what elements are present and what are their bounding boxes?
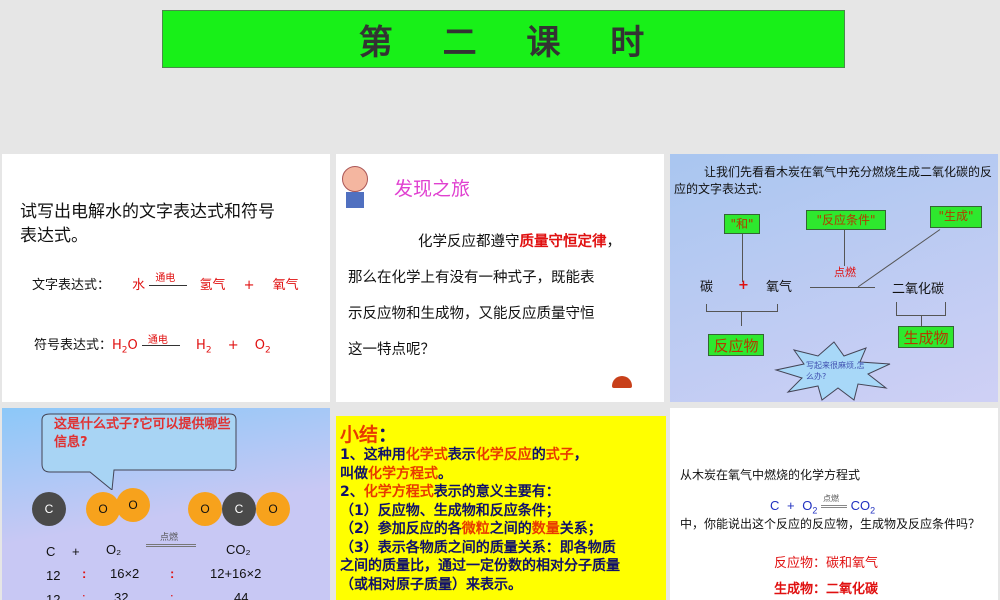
summary-title: 小结：: [340, 424, 398, 446]
summary-text: 式子: [545, 447, 574, 463]
label: 文字表达式：: [32, 278, 111, 293]
condition: 通电: [155, 273, 176, 284]
answer-products: 生成物：二氧化碳: [774, 582, 879, 597]
heading: 发现之旅: [394, 178, 471, 200]
oxygen-atom: O: [256, 492, 290, 526]
summary-text: 化学方程式: [368, 465, 438, 482]
summary-text: 化学方程式: [363, 484, 434, 500]
summary-text: （1）反应物、生成物和反应条件；: [340, 502, 560, 519]
summary-line: （2）参加反应的各微粒之间的数量关系；: [340, 520, 666, 539]
summary-line: （3）表示各物质之间的质量关系：即各物质: [340, 539, 666, 558]
heading: 试写出电解水的文字表达式和符号表达式。: [20, 202, 275, 246]
summary-text: 1、这种用: [340, 447, 406, 463]
summary-text: 表示的意义主要有：: [433, 484, 560, 500]
summary-text: 叫做: [340, 465, 368, 482]
summary-line: （或相对原子质量）来表示。: [340, 576, 666, 595]
symbol-equation: 符号表达式：H2O 通电 H2 + O2: [34, 335, 271, 356]
summary-line: 之间的质量比，通过一定份数的相对分子质量: [340, 557, 666, 576]
summary-text: 。: [438, 465, 452, 482]
panel-questions[interactable]: 从木炭在氧气中燃烧的化学方程式 C + O2 点燃 CO2 中，你能说出这个反应…: [670, 408, 998, 600]
slide-title: 第 二 课 时: [162, 10, 845, 68]
question-line1: 从木炭在氧气中燃烧的化学方程式: [680, 468, 861, 482]
summary-line: （1）反应物、生成物和反应条件；: [340, 502, 666, 521]
summary-text: 化学反应: [475, 447, 532, 463]
equation: C + O2 点燃 CO2: [770, 494, 876, 516]
summary-text: 关系；: [559, 521, 602, 537]
condition: 点燃: [834, 266, 856, 279]
intro: 让我们先看看木炭在氧气中充分燃烧生成二氧化碳的反应的文字表达式:: [674, 165, 993, 196]
oxygen-atom: O: [116, 488, 150, 522]
carbon: 碳: [700, 280, 714, 295]
question-line2: 中，你能说出这个反应的反应物，生成物及反应条件吗？: [680, 517, 981, 531]
summary-line: 叫做化学方程式。: [340, 465, 666, 484]
panel-carbon-word-equation[interactable]: 让我们先看看木炭在氧气中充分燃烧生成二氧化碳的反应的文字表达式: "和" "反应…: [670, 154, 998, 402]
summary-line: 2、化学方程式表示的意义主要有：: [340, 483, 666, 502]
bubble-text: 这是什么式子?它可以提供哪些信息?: [54, 417, 231, 450]
carbon-atom: C: [222, 492, 256, 526]
mushroom-icon: [612, 376, 632, 388]
panel-molecules[interactable]: 这是什么式子?它可以提供哪些信息? C O O O C O C + O₂ 点燃 …: [2, 408, 330, 600]
panel-summary[interactable]: 小结： 1、这种用化学式表示化学反应的式子， 叫做化学方程式。 2、化学方程式表示的…: [336, 416, 666, 600]
summary-text: ，: [573, 447, 588, 463]
summary-text: 的: [531, 447, 546, 463]
summary-line: 1、这种用化学式表示化学反应的式子，: [340, 446, 666, 465]
summary-text: （2）参加反应的各: [340, 521, 462, 537]
box-products: 生成物: [898, 326, 954, 348]
equation: C + O₂ 点燃 CO₂ 12 : 16×2 : 12+16×2 12 : 3…: [46, 532, 262, 600]
panel-electrolysis[interactable]: 试写出电解水的文字表达式和符号表达式。 文字表达式： 水 通电 氢气 + 氧气 …: [2, 154, 330, 402]
box-reactants: 反应物: [708, 334, 764, 356]
product: 二氧化碳: [892, 282, 945, 297]
answer-reactants: 反应物：碳和氧气: [774, 556, 879, 571]
box-generate: "生成": [930, 206, 982, 228]
summary-text: 之间的质量比，通过一定份数的相对分子质量: [340, 558, 620, 574]
body-text: 化学反应都遵守质量守恒定律， 那么在化学上有没有一种式子，既能表 示反应物和生成物…: [348, 234, 621, 358]
oxygen: 氧气: [766, 280, 793, 295]
plus: +: [738, 278, 749, 293]
summary-text: 之间的: [489, 521, 532, 537]
box-condition: "反应条件": [806, 210, 886, 230]
summary-text: （或相对原子质量）来表示。: [340, 576, 522, 593]
box-and: "和": [724, 214, 760, 234]
word-equation: 文字表达式： 水 通电 氢气 + 氧气: [32, 273, 299, 293]
summary-lines: 1、这种用化学式表示化学反应的式子， 叫做化学方程式。 2、化学方程式表示的意义主要…: [340, 446, 666, 594]
summary-text: 2、: [340, 484, 364, 500]
summary-text: 数量: [531, 521, 560, 537]
summary-text: 微粒: [461, 521, 490, 537]
oxygen-atom: O: [86, 492, 120, 526]
summary-text: （3）表示各物质之间的质量关系：即各物质: [340, 539, 616, 556]
panel-discovery[interactable]: 发现之旅 化学反应都遵守质量守恒定律， 那么在化学上有没有一种式子，既能表 示反应…: [336, 154, 664, 402]
summary-text: 表示: [447, 447, 476, 463]
cartoon-boy-icon: [342, 166, 370, 210]
summary-text: 化学式: [405, 447, 448, 463]
reactant: 水: [132, 278, 146, 293]
carbon-atom: C: [32, 492, 66, 526]
oxygen-atom: O: [188, 492, 222, 526]
burst-text: 写起来很麻烦,怎么办?: [806, 361, 865, 381]
